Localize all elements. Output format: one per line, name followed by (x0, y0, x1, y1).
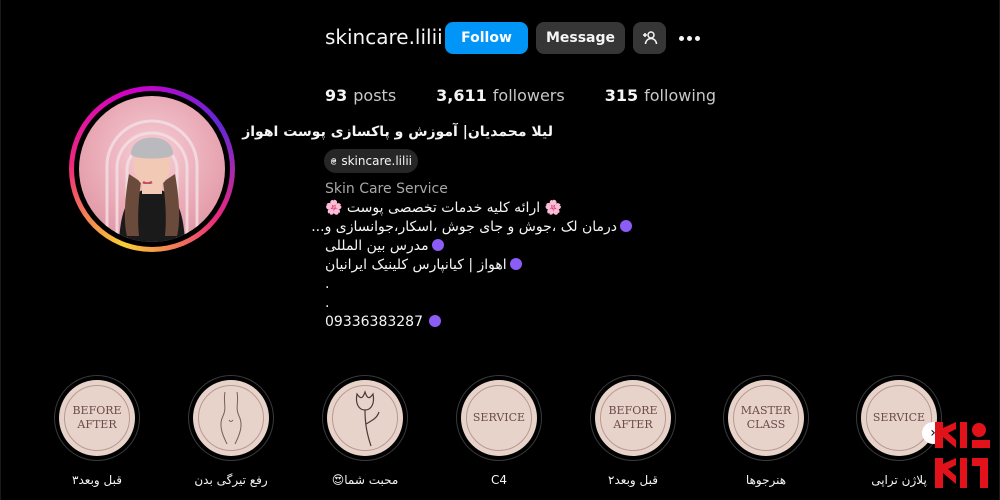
threads-link[interactable]: skincare.lilii (324, 149, 418, 173)
highlight-cover-text: BEFORE AFTER (608, 404, 658, 431)
highlight-label: C4 (490, 473, 507, 487)
profile-avatar[interactable] (69, 86, 235, 252)
highlight-cover[interactable]: BEFORE AFTER (590, 375, 676, 461)
bio-line: . (325, 276, 330, 292)
add-user-button[interactable] (633, 22, 666, 54)
followers-stat[interactable]: 3,611 followers (436, 86, 565, 105)
threads-icon (330, 157, 337, 165)
highlight-cover-text: BEFORE AFTER (72, 404, 122, 431)
following-stat[interactable]: 315 following (605, 86, 716, 105)
highlight-item[interactable]: BEFORE AFTER قبل وبعد۲ (588, 375, 678, 487)
highlight-item[interactable]: SERVICE C4 (454, 375, 544, 487)
bio-line: درمان لک ،جوش و جای جوش ،اسکار،جوانسازی … (311, 218, 635, 237)
highlight-cover-text: SERVICE (872, 411, 926, 424)
highlight-item[interactable]: محبت شما😍 (320, 375, 410, 487)
bio-line: 09336383287 (325, 313, 635, 332)
profile-category: Skin Care Service (325, 181, 448, 197)
purple-circle-icon (431, 239, 444, 251)
profile-full-name: لیلا محمدیان| آموزش و پاکسازی پوست اهواز (242, 124, 553, 140)
highlight-cover[interactable] (322, 375, 408, 461)
highlight-cover[interactable] (188, 375, 274, 461)
purple-circle-icon (620, 220, 632, 232)
highlight-label: هنرجوها (745, 473, 787, 487)
threads-handle: skincare.lilii (341, 154, 412, 168)
highlight-cover-text: MASTER CLASS (740, 404, 792, 431)
purple-circle-icon (509, 258, 522, 270)
highlight-label: قبل وبعد۲ (608, 473, 658, 487)
highlight-cover[interactable]: SERVICE (456, 375, 542, 461)
profile-stats: 93 posts 3,611 followers 315 following (325, 86, 716, 105)
highlight-cover[interactable]: MASTER CLASS (723, 375, 809, 461)
highlight-item[interactable]: MASTER CLASS هنرجوها (721, 375, 811, 487)
highlight-label: محبت شما😍 (331, 473, 399, 487)
highlight-label: رفع تیرگی بدن (194, 473, 268, 487)
highlight-cover[interactable]: BEFORE AFTER (54, 375, 140, 461)
cafe-kara-logo (935, 422, 990, 488)
profile-username: skincare.lilii (325, 25, 443, 49)
highlight-cover-text: SERVICE (472, 411, 526, 424)
avatar-photo (79, 96, 225, 242)
bio-line: مدرس بین المللی (325, 237, 635, 256)
posts-stat: 93 posts (325, 86, 397, 105)
phone-number: 09336383287 (325, 314, 423, 330)
highlight-item[interactable]: رفع تیرگی بدن (186, 375, 276, 487)
purple-circle-icon (428, 315, 441, 327)
left-edge-line (0, 0, 1, 500)
body-outline-icon (220, 391, 242, 445)
bio-line: اهواز | کیانپارس کلینیک ایرانیان (325, 256, 635, 275)
message-button[interactable]: Message (536, 22, 625, 54)
follow-button[interactable]: Follow (445, 22, 528, 54)
bio-line: 🌸 ارائه کلیه خدمات تخصصی پوست 🌸 (325, 200, 562, 216)
more-options-icon[interactable] (679, 29, 703, 47)
bio-line: . (325, 295, 330, 311)
tulip-icon (355, 390, 380, 447)
add-user-icon (642, 31, 657, 45)
highlight-item[interactable]: BEFORE AFTER قبل وبعد۳ (52, 375, 142, 487)
profile-bio: 🌸 ارائه کلیه خدمات تخصصی پوست 🌸 درمان لک… (311, 199, 635, 332)
highlight-label: قبل وبعد۳ (72, 473, 122, 487)
